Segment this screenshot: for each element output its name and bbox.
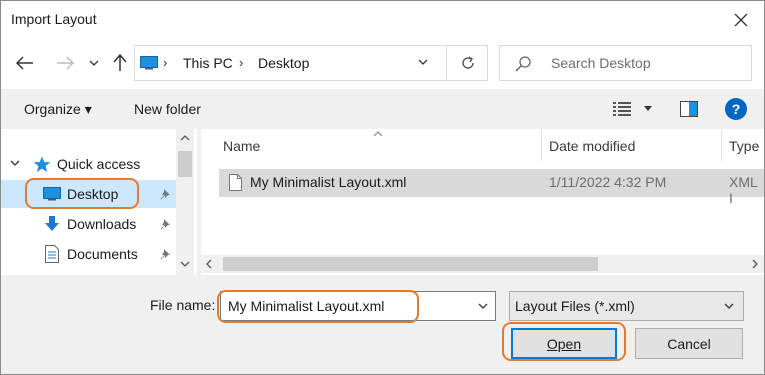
file-type-select[interactable]: Layout Files (*.xml) [509,291,744,321]
view-options-chevron-icon[interactable] [643,106,653,112]
arrow-right-icon [57,56,74,70]
chevron-down-icon[interactable] [417,56,429,68]
column-header-name[interactable]: Name [223,138,260,154]
chevron-down-icon [724,303,734,309]
import-layout-dialog: Import Layout › This PC › Desktop Search… [0,0,765,375]
pin-icon[interactable] [159,248,171,260]
file-type-value: Layout Files (*.xml) [515,298,635,314]
refresh-icon [461,56,474,69]
type-cell: XML I [729,174,758,206]
column-divider[interactable] [721,129,722,161]
cancel-button[interactable]: Cancel [635,328,743,359]
up-button[interactable] [109,51,131,75]
sidebar-item-documents[interactable]: Documents [1,240,176,268]
view-list-icon[interactable] [613,102,631,116]
column-divider[interactable] [541,129,542,161]
scroll-down-icon[interactable] [180,261,190,267]
chevron-right-icon: › [239,55,244,70]
horizontal-scrollbar[interactable] [201,255,764,273]
breadcrumb-desktop[interactable]: Desktop [258,55,309,71]
file-name-cell: My Minimalist Layout.xml [250,174,407,190]
pin-icon[interactable] [159,218,171,230]
back-button[interactable] [11,51,39,75]
scroll-right-icon[interactable] [752,259,758,269]
scroll-left-icon[interactable] [206,259,212,269]
organize-button[interactable]: Organize ▾ [24,101,92,118]
file-name-label: File name: [150,297,216,313]
search-input[interactable]: Search Desktop [551,55,651,71]
sidebar-item-downloads[interactable]: Downloads [1,210,176,238]
pin-icon[interactable] [159,188,171,200]
file-list: Name Date modified Type My Minimalist La… [201,129,764,275]
scroll-up-icon[interactable] [180,135,190,141]
sidebar-item-label: Quick access [57,156,141,172]
search-icon [515,56,531,72]
file-name-input[interactable]: My Minimalist Layout.xml [228,298,384,314]
column-header-type[interactable]: Type [729,138,759,154]
document-icon [45,245,59,263]
navigation-pane: Quick access Desktop Downloads Documents [1,129,197,275]
sidebar-item-quick-access[interactable]: Quick access [1,150,176,178]
sidebar-item-label: Documents [67,246,138,262]
chevron-down-icon[interactable] [477,300,489,312]
help-icon[interactable]: ? [725,98,747,120]
sidebar-item-desktop[interactable]: Desktop [1,180,176,208]
new-folder-button[interactable]: New folder [134,101,201,117]
sidebar-item-label: Downloads [67,216,137,232]
preview-pane-icon[interactable] [680,101,698,117]
chevron-down-icon [89,60,99,66]
download-arrow-icon [45,216,59,231]
recent-locations-button[interactable] [86,53,102,73]
cancel-button-label: Cancel [667,335,711,352]
scrollbar-thumb[interactable] [223,257,598,271]
table-row[interactable]: My Minimalist Layout.xml 1/11/2022 4:32 … [219,169,764,206]
forward-button[interactable] [51,51,79,75]
desktop-icon [43,187,61,201]
column-header-date-modified[interactable]: Date modified [549,138,635,154]
monitor-icon [140,56,158,70]
arrow-up-icon [113,54,127,71]
chevron-down-icon[interactable] [10,160,20,167]
date-modified-cell: 1/11/2022 4:32 PM [549,174,667,190]
sort-ascending-icon [373,131,383,137]
scrollbar-thumb[interactable] [178,151,192,177]
close-icon [734,13,748,27]
open-button[interactable]: Open [511,328,617,359]
address-bar[interactable]: › This PC › Desktop [134,45,488,81]
window-title: Import Layout [11,11,97,27]
sidebar-item-label: Desktop [67,186,119,202]
file-icon [229,174,242,191]
breadcrumb-this-pc[interactable]: This PC [183,55,233,71]
star-icon [33,156,51,172]
chevron-right-icon: › [163,55,168,70]
navigation-bar: › This PC › Desktop Search Desktop [1,39,764,89]
vertical-scrollbar[interactable] [176,129,194,275]
arrow-left-icon [16,56,33,70]
command-bar: Organize ▾ New folder ? [1,89,764,129]
search-box[interactable]: Search Desktop [499,45,752,81]
refresh-button[interactable] [446,46,488,80]
file-name-field[interactable]: My Minimalist Layout.xml [220,291,496,321]
title-bar: Import Layout [1,1,764,39]
open-button-label: Open [546,335,582,352]
close-button[interactable] [718,1,764,39]
